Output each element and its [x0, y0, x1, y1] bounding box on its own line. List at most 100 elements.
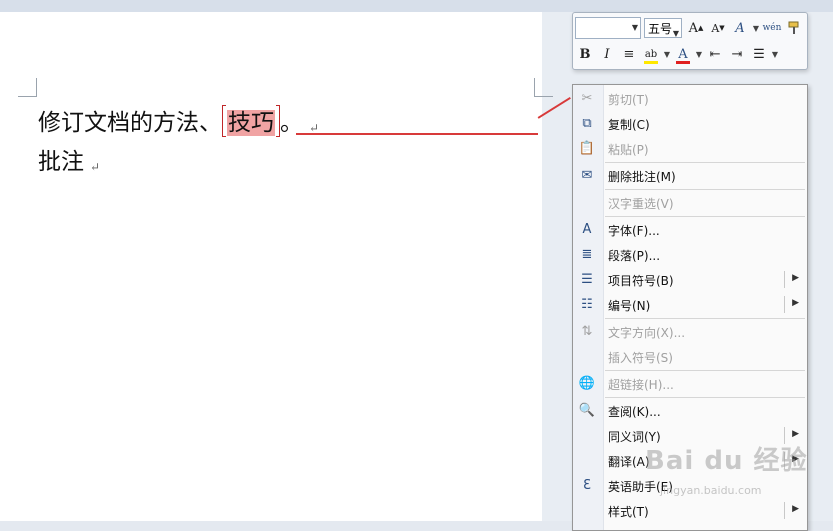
- submenu-arrow-icon: ▶: [792, 429, 799, 439]
- bold-button[interactable]: B: [575, 44, 595, 64]
- font-color-button[interactable]: A: [673, 44, 693, 64]
- document-line-1[interactable]: 修订文档的方法、 技巧。 ↵: [38, 103, 319, 137]
- menu-item: 插入符号(S): [573, 344, 807, 369]
- submenu-divider: [784, 296, 785, 313]
- decrease-indent-icon: ⇤: [709, 46, 721, 62]
- menu-item-label: 删除批注(M): [608, 170, 676, 184]
- highlight-color-bar: [644, 61, 658, 64]
- font-color-icon: A: [678, 46, 688, 62]
- bullets-button[interactable]: ☰: [749, 44, 769, 64]
- menu-item-label: 插入符号(S): [608, 351, 673, 365]
- hyperlink-icon: 🌐: [578, 376, 596, 391]
- mini-toolbar: ▼ 五号 ▼ A ▲ A ▼ A ▼ wén B I ≡ ab ▼ A ▼ ⇤ ⇥ …: [572, 12, 808, 70]
- grow-font-button[interactable]: A ▲: [686, 18, 706, 38]
- comment-connector-line: [296, 133, 538, 135]
- align-center-icon: ≡: [623, 46, 635, 62]
- crop-mark-top-right: [534, 78, 553, 97]
- text-before: 修订文档的方法、: [38, 110, 222, 136]
- menu-item: 🌐 超链接(H)...: [573, 371, 807, 396]
- highlight-dropdown[interactable]: ▼: [663, 44, 671, 64]
- chevron-down-icon: ▼: [631, 23, 638, 32]
- menu-item-label: 粘贴(P): [608, 143, 649, 157]
- text-line-2: 批注: [38, 149, 84, 175]
- bullets-icon: ☰: [753, 46, 765, 62]
- styles-icon: A: [735, 20, 745, 36]
- menu-item: ✂ 剪切(T): [573, 86, 807, 111]
- submenu-divider: [784, 502, 785, 519]
- text-direction-icon: ⇅: [581, 324, 593, 339]
- menu-item: ⇅ 文字方向(X)...: [573, 319, 807, 344]
- italic-icon: I: [604, 46, 610, 62]
- menu-item-label: 项目符号(B): [608, 274, 674, 288]
- styles-button[interactable]: A: [730, 18, 750, 38]
- paste-icon: 📋: [578, 141, 596, 156]
- highlight-button[interactable]: ab: [641, 44, 661, 64]
- brush-icon: [788, 21, 799, 34]
- menu-item[interactable]: 样式(T) ▶: [573, 498, 807, 523]
- menu-item: 📋 粘贴(P): [573, 136, 807, 161]
- phonetic-guide-icon: wén: [762, 23, 782, 33]
- menu-item-label: 剪切(T): [608, 93, 649, 107]
- submenu-arrow-icon: ▶: [792, 298, 799, 308]
- font-size-combo[interactable]: 五号 ▼: [644, 18, 682, 38]
- format-painter-button[interactable]: [784, 18, 804, 38]
- menu-item-label: 汉字重选(V): [608, 197, 674, 211]
- font-icon: A: [582, 222, 592, 237]
- comment-bracket-left: [222, 105, 226, 137]
- lookup-icon: 🔍: [578, 403, 596, 418]
- paragraph-mark: ↵: [90, 160, 101, 174]
- grow-font-icon: A: [688, 20, 698, 36]
- submenu-arrow-icon: ▶: [792, 504, 799, 514]
- menu-item[interactable]: ☰ 项目符号(B) ▶: [573, 267, 807, 292]
- menu-item-label: 文字方向(X)...: [608, 326, 686, 340]
- english-assistant-icon: Ɛ: [583, 478, 591, 493]
- document-line-2[interactable]: 批注 ↵: [38, 142, 100, 176]
- menu-item-label: 复制(C): [608, 118, 650, 132]
- document-page[interactable]: [0, 12, 543, 521]
- scissors-icon: ✂: [581, 91, 593, 106]
- menu-item[interactable]: ⧉ 复制(C): [573, 111, 807, 136]
- font-size-value: 五号: [648, 22, 673, 36]
- font-color-bar: [676, 61, 690, 64]
- menu-item[interactable]: ✉ 删除批注(M): [573, 163, 807, 188]
- menu-item-label: 查阅(K)...: [608, 405, 661, 419]
- menu-item-label: 样式(T): [608, 505, 649, 519]
- increase-indent-button[interactable]: ⇥: [727, 44, 747, 64]
- italic-button[interactable]: I: [597, 44, 617, 64]
- menu-item-label: 字体(F)...: [608, 224, 660, 238]
- menu-item[interactable]: ≣ 段落(P)...: [573, 242, 807, 267]
- menu-item[interactable]: 🔍 查阅(K)...: [573, 398, 807, 423]
- bullets-dropdown[interactable]: ▼: [771, 44, 779, 64]
- center-button[interactable]: ≡: [619, 44, 639, 64]
- submenu-divider: [784, 271, 785, 288]
- chevron-down-icon: ▼: [672, 29, 679, 38]
- phonetic-guide-button[interactable]: wén: [762, 18, 782, 38]
- watermark-url: jingyan.baidu.com: [660, 484, 762, 497]
- copy-icon: ⧉: [582, 116, 592, 131]
- menu-item: 汉字重选(V): [573, 190, 807, 215]
- shrink-font-button[interactable]: A ▼: [708, 18, 728, 38]
- font-name-combo[interactable]: ▼: [575, 17, 641, 39]
- menu-item-label: 段落(P)...: [608, 249, 661, 263]
- increase-indent-icon: ⇥: [731, 46, 743, 62]
- watermark-brand: Bai du 经验: [645, 446, 808, 476]
- bullets-icon: ☰: [581, 272, 593, 287]
- menu-item[interactable]: A 字体(F)...: [573, 217, 807, 242]
- font-color-dropdown[interactable]: ▼: [695, 44, 703, 64]
- numbering-icon: ☷: [581, 297, 593, 312]
- submenu-arrow-icon: ▶: [792, 273, 799, 283]
- decrease-indent-button[interactable]: ⇤: [705, 44, 725, 64]
- menu-item-label: 编号(N): [608, 299, 651, 313]
- crop-mark-top-left: [18, 78, 37, 97]
- mini-toolbar-row-2: B I ≡ ab ▼ A ▼ ⇤ ⇥ ☰ ▼: [575, 42, 781, 66]
- menu-item-label: 超链接(H)...: [608, 378, 674, 392]
- highlight-icon: ab: [644, 48, 658, 60]
- menu-item-label: 翻译(A): [608, 455, 650, 469]
- bold-icon: B: [579, 46, 591, 62]
- mini-toolbar-row-1: ▼ 五号 ▼ A ▲ A ▼ A ▼ wén: [575, 16, 806, 40]
- shrink-font-icon: A: [711, 21, 720, 35]
- menu-item[interactable]: ☷ 编号(N) ▶: [573, 292, 807, 317]
- commented-text[interactable]: 技巧: [227, 110, 275, 136]
- paragraph-icon: ≣: [581, 247, 593, 262]
- styles-dropdown[interactable]: ▼: [752, 18, 760, 38]
